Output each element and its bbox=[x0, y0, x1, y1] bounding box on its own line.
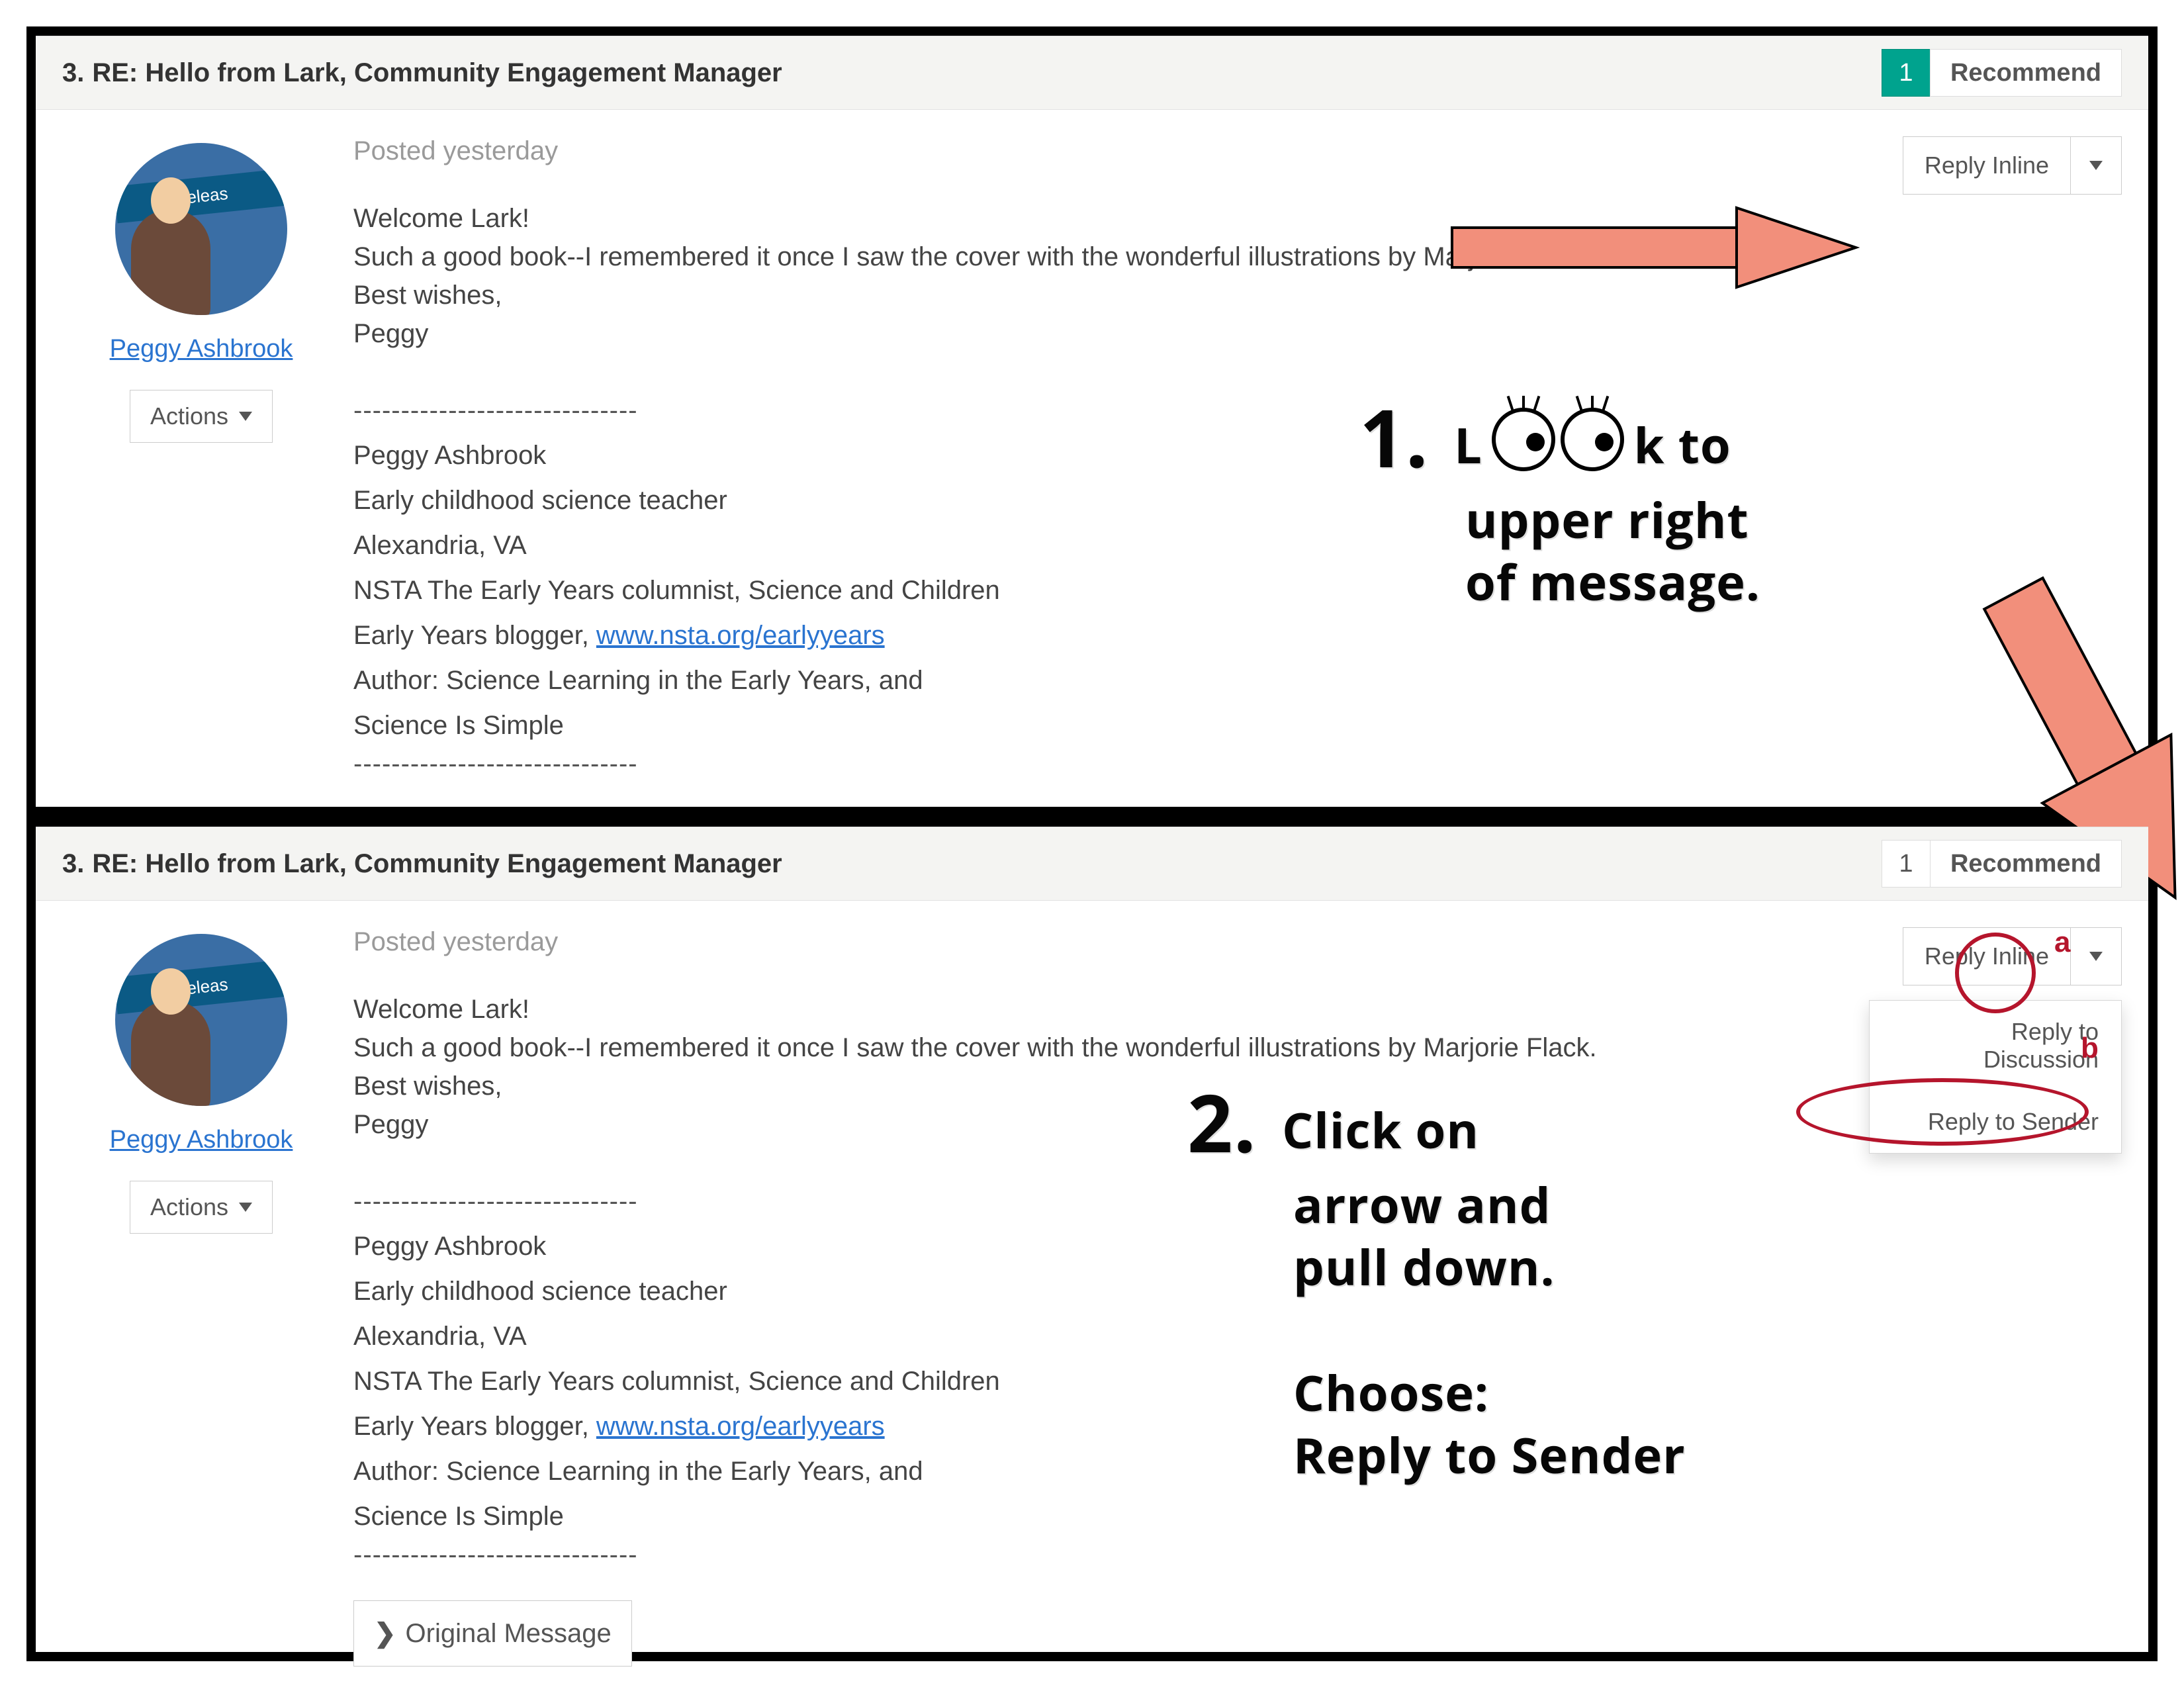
thread-header: 3. RE: Hello from Lark, Community Engage… bbox=[36, 827, 2148, 901]
instr-text: L bbox=[1454, 411, 1482, 478]
chevron-down-icon bbox=[2089, 952, 2103, 961]
instr-text: Reply to Sender bbox=[1293, 1421, 1686, 1488]
instruction-step-2: 2. Click on arrow and pull down. Choose:… bbox=[1187, 1072, 1686, 1487]
panel-step-1: 3. RE: Hello from Lark, Community Engage… bbox=[36, 36, 2148, 807]
thread-header: 3. RE: Hello from Lark, Community Engage… bbox=[36, 36, 2148, 110]
instr-text: arrow and bbox=[1293, 1171, 1551, 1238]
instr-text: of message. bbox=[1465, 548, 1760, 615]
instr-text: Click on bbox=[1282, 1096, 1479, 1163]
chevron-right-icon: ❯ bbox=[374, 1614, 396, 1653]
eye-icon bbox=[1492, 408, 1555, 471]
instr-text: upper right bbox=[1465, 486, 1749, 553]
actions-label: Actions bbox=[150, 402, 228, 430]
recommend-count: 1 bbox=[1882, 49, 1931, 97]
signature-divider: ------------------------------ bbox=[353, 391, 2122, 430]
signature-line: NSTA The Early Years columnist, Science … bbox=[353, 571, 2122, 610]
thread-title: RE: Hello from Lark, Community Engagemen… bbox=[92, 849, 782, 879]
callout-label-a: a bbox=[2054, 926, 2070, 959]
chevron-down-icon bbox=[239, 412, 252, 421]
msg-line: Peggy bbox=[353, 314, 2122, 353]
author-link[interactable]: Peggy Ashbrook bbox=[75, 1126, 327, 1154]
reply-group: Reply Inline bbox=[1903, 136, 2122, 195]
reply-dropdown-toggle[interactable] bbox=[2071, 927, 2122, 985]
signature-link[interactable]: www.nsta.org/earlyyears bbox=[596, 621, 885, 650]
instr-text: pull down. bbox=[1293, 1233, 1555, 1300]
signature-divider: ------------------------------ bbox=[353, 745, 2122, 783]
original-message-label: Original Message bbox=[406, 1614, 612, 1653]
signature-link[interactable]: www.nsta.org/earlyyears bbox=[596, 1412, 885, 1441]
step-number: 1. bbox=[1359, 383, 1429, 491]
actions-button[interactable]: Actions bbox=[130, 390, 273, 443]
thread-number: 3. bbox=[62, 849, 84, 879]
chevron-down-icon bbox=[2089, 161, 2103, 170]
highlight-circle-b bbox=[1796, 1078, 2089, 1146]
instruction-step-1: 1. L k to upper right of message. bbox=[1359, 387, 1760, 614]
callout-label-b: b bbox=[2081, 1032, 2099, 1065]
thread-number: 3. bbox=[62, 58, 84, 88]
avatar[interactable]: Releas bbox=[115, 934, 287, 1106]
recommend-count: 1 bbox=[1882, 840, 1931, 888]
signature-line: Early childhood science teacher bbox=[353, 481, 2122, 520]
eye-icon bbox=[1561, 408, 1624, 471]
signature-line: Author: Science Learning in the Early Ye… bbox=[353, 661, 2122, 700]
actions-button[interactable]: Actions bbox=[130, 1181, 273, 1234]
arrow-icon bbox=[1445, 195, 1869, 300]
instr-text: Choose: bbox=[1293, 1359, 1489, 1426]
signature-line: Early Years blogger, www.nsta.org/earlyy… bbox=[353, 616, 2122, 655]
signature-text: Early Years blogger, bbox=[353, 1412, 596, 1441]
panel-step-2: 3. RE: Hello from Lark, Community Engage… bbox=[36, 827, 2148, 1652]
signature-line: Alexandria, VA bbox=[353, 526, 2122, 565]
highlight-circle-a bbox=[1955, 933, 2036, 1013]
reply-inline-button[interactable]: Reply Inline bbox=[1903, 136, 2071, 195]
thread-title: RE: Hello from Lark, Community Engagemen… bbox=[92, 58, 782, 88]
avatar[interactable]: Releas bbox=[115, 143, 287, 315]
author-link[interactable]: Peggy Ashbrook bbox=[75, 335, 327, 363]
signature-line: Peggy Ashbrook bbox=[353, 436, 2122, 475]
original-message-button[interactable]: ❯ Original Message bbox=[353, 1600, 632, 1667]
posted-time: Posted yesterday bbox=[353, 927, 2122, 957]
signature-line: Science Is Simple bbox=[353, 1497, 2122, 1535]
step-number: 2. bbox=[1187, 1068, 1257, 1176]
posted-time: Posted yesterday bbox=[353, 136, 2122, 166]
msg-line: Welcome Lark! bbox=[353, 990, 2122, 1029]
reply-dropdown-toggle[interactable] bbox=[2071, 136, 2122, 195]
signature-line: Science Is Simple bbox=[353, 706, 2122, 745]
actions-label: Actions bbox=[150, 1193, 228, 1221]
chevron-down-icon bbox=[239, 1203, 252, 1212]
signature-divider: ------------------------------ bbox=[353, 1535, 2122, 1574]
msg-line: Such a good book--I remembered it once I… bbox=[353, 1029, 2122, 1067]
recommend-button[interactable]: Recommend bbox=[1930, 49, 2122, 97]
instr-text: k to bbox=[1634, 411, 1731, 478]
signature-text: Early Years blogger, bbox=[353, 621, 596, 650]
recommend-button[interactable]: Recommend bbox=[1930, 840, 2122, 888]
